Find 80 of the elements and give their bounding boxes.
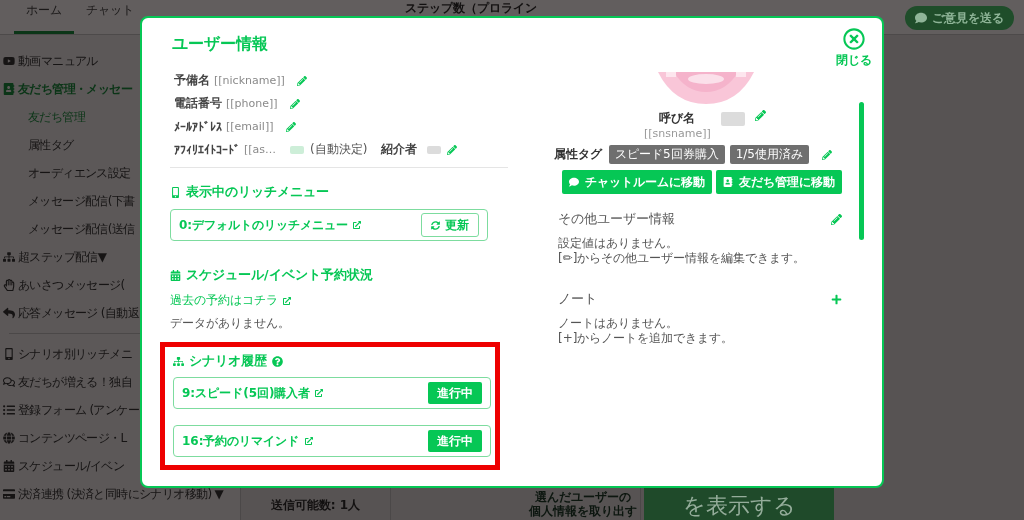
header-text: ステップ数（プロライン <box>405 0 537 17</box>
field-variable: [[nickname]] <box>214 74 285 87</box>
info-text: ノートはありません。 <box>557 316 679 331</box>
info-text: [✏]からその他ユーザー情報を編集できます。 <box>557 251 807 266</box>
refresh-icon <box>431 220 440 230</box>
rich-menu-link[interactable]: 0:デフォルトのリッチメニュー <box>179 216 362 234</box>
past-reservations-link[interactable]: 過去の予約はコチラ <box>170 292 291 309</box>
external-link-icon <box>353 221 362 229</box>
field-label: 予備名 <box>174 72 210 89</box>
hand-icon <box>3 279 15 291</box>
refresh-button[interactable]: 更新 <box>421 213 479 237</box>
extract-label: 選んだユーザーの <box>534 489 631 504</box>
blurred-value <box>720 112 745 126</box>
pencil-icon[interactable] <box>296 75 307 86</box>
reply-icon <box>3 307 15 319</box>
calendar-icon <box>170 270 181 281</box>
field-variable: [[phone]] <box>226 97 278 110</box>
field-note: (自動決定) <box>310 141 368 158</box>
blurred-value <box>290 145 305 154</box>
show-button[interactable]: を表示する <box>644 487 834 520</box>
globe-icon <box>3 432 15 444</box>
feedback-button[interactable]: ご意見を送る <box>905 6 1014 30</box>
field-label: 呼び名 <box>659 110 696 127</box>
field-label: ｱﾌｨﾘｴｲﾄｺｰﾄﾞ <box>174 142 240 157</box>
speech-bubble-icon <box>569 177 579 187</box>
field-label: 紹介者 <box>381 141 418 158</box>
close-icon <box>843 28 865 50</box>
mobile-phone-icon <box>3 348 15 360</box>
section-title: スケジュール/イベント予約状況 <box>186 267 373 284</box>
send-count-text: 送信可能数: 1人 <box>270 497 361 514</box>
mobile-phone-icon <box>170 187 181 198</box>
close-button[interactable]: 閉じる <box>836 28 872 69</box>
field-variable: [[email]] <box>226 120 274 133</box>
field-label: 電話番号 <box>174 95 222 112</box>
section-title: その他ユーザー情報 <box>558 210 675 228</box>
sitemap-icon <box>173 356 184 367</box>
field-label: ﾒｰﾙｱﾄﾞﾚｽ <box>174 119 222 134</box>
play-icon <box>3 55 15 67</box>
tag: スピード5回券購入 <box>609 145 725 164</box>
pencil-icon[interactable] <box>285 121 296 132</box>
status-button[interactable]: 進行中 <box>428 430 482 452</box>
add-icon[interactable] <box>831 293 842 305</box>
scrollbar[interactable] <box>859 102 864 240</box>
scenario-link[interactable]: 16:予約のリマインド <box>182 432 313 450</box>
info-text: [+]からノートを追加できます。 <box>557 331 735 346</box>
external-link-icon <box>304 437 313 445</box>
external-link-icon <box>283 296 291 305</box>
sidebar-item[interactable]: スケジュール/イベン <box>0 452 240 480</box>
status-button[interactable]: 進行中 <box>428 382 482 404</box>
chat-bubbles-icon <box>3 376 15 388</box>
pencil-icon[interactable] <box>289 98 300 109</box>
section-title: 表示中のリッチメニュー <box>186 184 329 201</box>
scenario-link[interactable]: 9:スピード(5回)購入者 <box>182 384 324 402</box>
sitemap-icon <box>3 251 15 263</box>
move-button[interactable]: 友だち管理に移動 <box>716 170 842 194</box>
calendar-icon <box>3 460 15 472</box>
pencil-icon[interactable] <box>831 213 842 225</box>
dialog-title: ユーザー情報 <box>172 34 269 55</box>
info-text: 設定値はありません。 <box>557 236 679 251</box>
field-variable: [[snsname]] <box>644 127 711 140</box>
blurred-value <box>427 145 442 154</box>
section-title: シナリオ履歴 <box>189 353 267 370</box>
contact-book-icon <box>723 177 733 187</box>
list-icon <box>3 404 15 416</box>
tag: 1/5使用済み <box>729 145 809 164</box>
field-label: 属性タグ <box>554 146 602 163</box>
pencil-icon[interactable] <box>754 110 766 121</box>
contact-book-icon <box>3 83 15 95</box>
speech-bubble-icon <box>915 12 927 24</box>
external-link-icon <box>315 389 324 397</box>
help-icon[interactable] <box>272 356 283 367</box>
extract-label: 個人情報を取り出す <box>528 503 637 518</box>
field-variable: [[as… <box>244 143 277 156</box>
section-title: ノート <box>558 290 597 308</box>
sidebar-item[interactable]: 決済連携 (決済と同時にシナリオ移動) ▼ <box>0 480 240 508</box>
credit-card-icon <box>3 488 15 500</box>
move-button[interactable]: チャットルームに移動 <box>562 170 712 194</box>
empty-message: データがありません。 <box>170 315 291 332</box>
pencil-icon[interactable] <box>447 144 458 155</box>
pencil-icon[interactable] <box>821 149 832 160</box>
